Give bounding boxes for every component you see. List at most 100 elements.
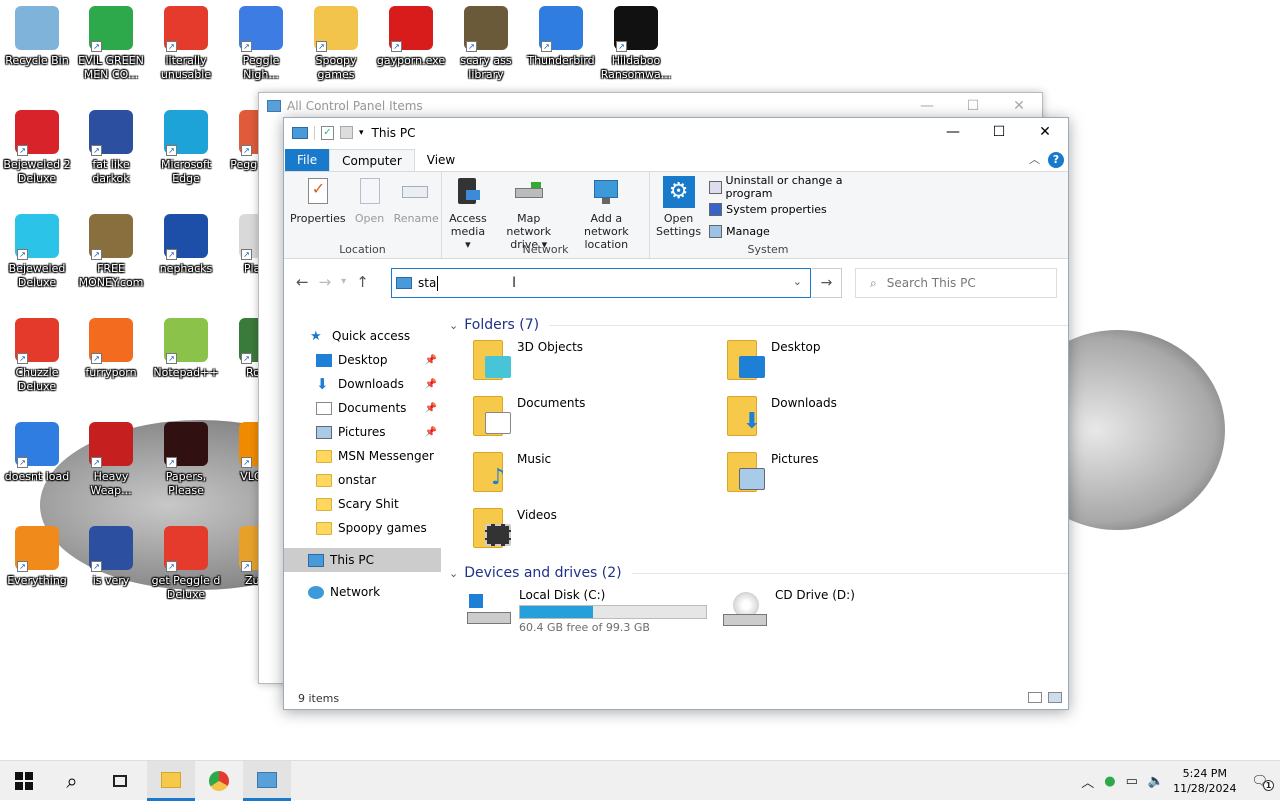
devices-group-header[interactable]: ⌄ Devices and drives (2) xyxy=(449,562,1068,584)
desktop-icon-literally-unusable[interactable]: ↗ literally unusable xyxy=(149,6,223,82)
app-icon: ↗ xyxy=(15,110,59,156)
desktop-icon-heavy-weap[interactable]: ↗ Heavy Weap... xyxy=(74,422,148,498)
desktop-icon-scary-ass-library[interactable]: ↗ scary ass library xyxy=(449,6,523,82)
shortcut-arrow-icon: ↗ xyxy=(166,249,177,260)
address-dropdown-icon[interactable]: ⌄ xyxy=(793,275,802,288)
go-arrow-button[interactable]: → xyxy=(812,268,842,298)
desktop-icon-bejeweled-2-deluxe[interactable]: ↗ Bejeweled 2 Deluxe xyxy=(0,110,74,186)
manage-button[interactable]: Manage xyxy=(709,222,884,240)
back-arrow-icon[interactable]: ← xyxy=(296,273,309,291)
volume-icon[interactable]: 🔈 xyxy=(1148,774,1164,789)
up-arrow-icon[interactable]: ↑ xyxy=(356,273,369,291)
minimize-icon[interactable]: — xyxy=(904,93,950,119)
desktop-icon-chuzzle-deluxe[interactable]: ↗ Chuzzle Deluxe xyxy=(0,318,74,394)
nav-item-scary-shit[interactable]: Scary Shit xyxy=(284,492,441,516)
drive-d[interactable]: CD Drive (D:) xyxy=(723,588,979,634)
desktop-icon-gayporn-exe[interactable]: ↗ gayporn.exe xyxy=(374,6,448,68)
desktop-icon-hildaboo-ransomwa[interactable]: ↗ Hildaboo Ransomwa... xyxy=(599,6,673,82)
clock[interactable]: 5:24 PM 11/28/2024 xyxy=(1173,766,1236,796)
recent-locations-chevron-icon[interactable]: ▾ xyxy=(341,273,346,291)
taskbar-control-panel[interactable] xyxy=(243,761,291,801)
properties-quick-icon[interactable]: ✓ xyxy=(321,125,334,140)
task-view-button[interactable] xyxy=(96,761,144,801)
shortcut-arrow-icon: ↗ xyxy=(241,561,252,572)
taskbar-chrome[interactable] xyxy=(195,761,243,801)
tab-computer[interactable]: Computer xyxy=(329,149,415,171)
control-panel-icon xyxy=(257,771,277,788)
desktop-icon-free-money-com[interactable]: ↗ FREE MONEY.com xyxy=(74,214,148,290)
details-view-icon[interactable] xyxy=(1028,692,1042,703)
search-button[interactable]: ⌕ xyxy=(48,761,96,801)
maximize-button[interactable]: ☐ xyxy=(976,118,1022,147)
desktop-icon-papers-please[interactable]: ↗ Papers, Please xyxy=(149,422,223,498)
minimize-button[interactable]: — xyxy=(930,118,976,147)
folder-3d-objects[interactable]: 3D Objects xyxy=(471,338,725,394)
nav-item-pictures[interactable]: Pictures 📌 xyxy=(284,420,441,444)
drive-c[interactable]: Local Disk (C:) 60.4 GB free of 99.3 GB xyxy=(467,588,723,634)
explorer-titlebar[interactable]: ✓ ▾ This PC — ☐ ✕ xyxy=(284,118,1068,147)
uninstall-program-button[interactable]: Uninstall or change a program xyxy=(709,174,884,200)
properties-label: Properties xyxy=(290,212,346,225)
chevron-up-icon[interactable]: ︿ xyxy=(1081,772,1094,791)
address-input[interactable]: sta ⌄ xyxy=(391,268,811,298)
file-explorer-window[interactable]: ✓ ▾ This PC — ☐ ✕ File Computer View ︿ ?… xyxy=(283,117,1069,710)
desktop-icon-thunderbird[interactable]: ↗ Thunderbird xyxy=(524,6,598,68)
folders-group-header[interactable]: ⌄ Folders (7) xyxy=(449,314,1068,336)
tab-view[interactable]: View xyxy=(415,149,467,171)
folder-videos[interactable]: Videos xyxy=(471,506,725,562)
desktop-icon-get-peggle-d-deluxe[interactable]: ↗ get Peggle d Deluxe xyxy=(149,526,223,602)
desktop-icon-nephacks[interactable]: ↗ nephacks xyxy=(149,214,223,276)
forward-arrow-icon[interactable]: → xyxy=(319,273,332,291)
nav-item-quick-access[interactable]: ★ Quick access xyxy=(284,324,441,348)
maximize-icon[interactable]: ☐ xyxy=(950,93,996,119)
desktop-icon-peggle-nigh[interactable]: ↗ Peggle Nigh... xyxy=(224,6,298,82)
desktop-icon-everything[interactable]: ↗ Everything xyxy=(0,526,74,588)
desktop-icon-is-very[interactable]: ↗ is very xyxy=(74,526,148,588)
folder-downloads[interactable]: ⬇ Downloads xyxy=(725,394,979,450)
nav-item-onstar[interactable]: onstar xyxy=(284,468,441,492)
nav-label: This PC xyxy=(330,553,374,567)
open-settings-label-1: Open xyxy=(663,212,694,225)
nav-item-network[interactable]: Network xyxy=(284,580,441,604)
tab-file[interactable]: File xyxy=(285,149,330,171)
nav-item-spoopy-games[interactable]: Spoopy games xyxy=(284,516,441,540)
desktop-icon-recycle-bin[interactable]: Recycle Bin xyxy=(0,6,74,68)
pin-icon: 📌 xyxy=(424,426,437,438)
user-icon[interactable]: ● xyxy=(1104,774,1115,789)
shortcut-arrow-icon: ↗ xyxy=(241,41,252,52)
folder-documents[interactable]: Documents xyxy=(471,394,725,450)
desktop-icon-fat-like-darkok[interactable]: ↗ fat like darkok xyxy=(74,110,148,186)
folder-music[interactable]: ♪ Music xyxy=(471,450,725,506)
status-item-count: 9 items xyxy=(298,692,340,705)
nav-item-downloads[interactable]: ⬇ Downloads 📌 xyxy=(284,372,441,396)
desktop-icon-microsoft-edge[interactable]: ↗ Microsoft Edge xyxy=(149,110,223,186)
nav-item-this-pc[interactable]: This PC xyxy=(284,548,441,572)
nav-item-documents[interactable]: Documents 📌 xyxy=(284,396,441,420)
nav-item-desktop[interactable]: Desktop 📌 xyxy=(284,348,441,372)
desktop-icon-spoopy-games[interactable]: ↗ Spoopy games xyxy=(299,6,373,82)
desktop-icon-doesnt-load[interactable]: ↗ doesnt load xyxy=(0,422,74,484)
desktop-icon-notepad[interactable]: ↗ Notepad++ xyxy=(149,318,223,380)
notification-icon[interactable]: 🗨 1 xyxy=(1251,774,1274,791)
desktop-icon-bejeweled-deluxe[interactable]: ↗ Bejeweled Deluxe xyxy=(0,214,74,290)
network-icon[interactable]: ▭ xyxy=(1126,774,1138,789)
nav-item-msn-messenger[interactable]: MSN Messenger xyxy=(284,444,441,468)
shortcut-arrow-icon: ↗ xyxy=(166,41,177,52)
control-panel-titlebar[interactable]: All Control Panel Items — ☐ ✕ xyxy=(259,93,1042,119)
system-properties-button[interactable]: System properties xyxy=(709,200,884,218)
desktop-icon-furryporn[interactable]: ↗ furryporn xyxy=(74,318,148,380)
cd-drive-icon xyxy=(723,588,769,634)
start-button[interactable] xyxy=(0,761,48,801)
taskbar-file-explorer[interactable] xyxy=(147,761,195,801)
large-icons-view-icon[interactable] xyxy=(1048,692,1062,703)
desktop-icon-evil-green-men-co[interactable]: ↗ EVIL GREEN MEN CO... xyxy=(74,6,148,82)
customize-chevron-icon[interactable]: ▾ xyxy=(359,128,364,138)
close-icon[interactable]: ✕ xyxy=(996,93,1042,119)
folder-pictures[interactable]: Pictures xyxy=(725,450,979,506)
collapse-ribbon-icon[interactable]: ︿ xyxy=(1029,151,1040,167)
close-button[interactable]: ✕ xyxy=(1022,118,1068,147)
search-input[interactable]: ⌕ Search This PC xyxy=(855,268,1057,298)
new-folder-quick-icon[interactable] xyxy=(340,126,353,139)
help-icon[interactable]: ? xyxy=(1048,152,1064,168)
folder-desktop[interactable]: Desktop xyxy=(725,338,979,394)
